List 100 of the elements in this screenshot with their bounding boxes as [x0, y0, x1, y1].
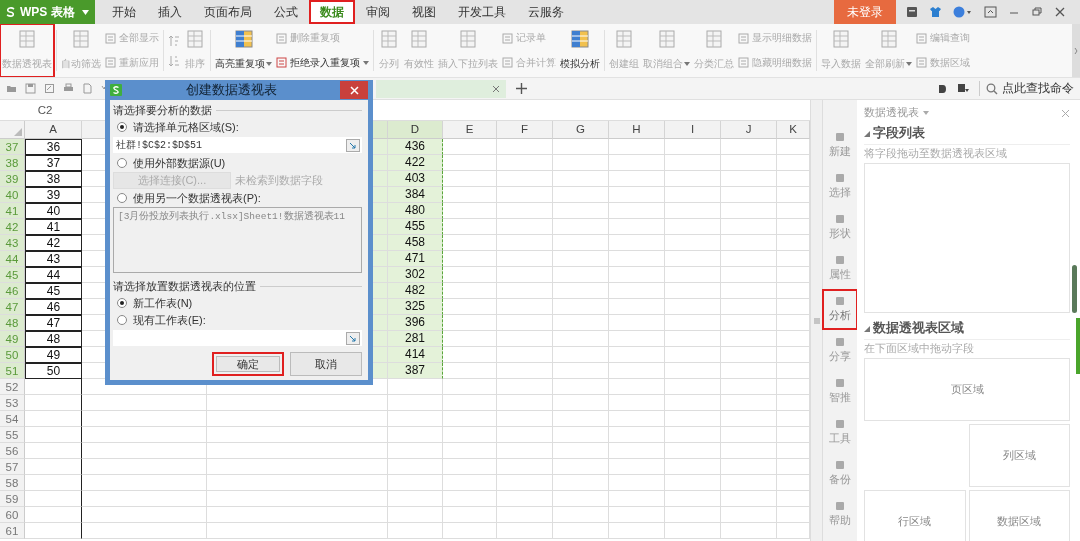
column-header[interactable]: E	[443, 121, 497, 139]
radio-option[interactable]: 使用另一个数据透视表(P):	[113, 190, 362, 206]
help-icon[interactable]	[953, 6, 973, 18]
column-header[interactable]: G	[553, 121, 609, 139]
download-icon[interactable]	[957, 83, 969, 94]
menu-tab[interactable]: 开始	[101, 0, 147, 24]
panel-scrollbar[interactable]	[1072, 265, 1077, 313]
row-header[interactable]: 43	[0, 235, 25, 251]
side-tool-button[interactable]: 帮助	[823, 495, 857, 534]
menu-tab[interactable]: 视图	[401, 0, 447, 24]
menu-tab[interactable]: 开发工具	[447, 0, 517, 24]
menu-tab[interactable]: 审阅	[355, 0, 401, 24]
document-icon[interactable]	[938, 83, 947, 94]
close-icon[interactable]	[492, 84, 500, 93]
side-tool-button[interactable]: 新建	[823, 126, 857, 165]
row-header[interactable]: 44	[0, 251, 25, 267]
column-header[interactable]: H	[609, 121, 665, 139]
range-picker-icon[interactable]	[346, 331, 360, 345]
row-header[interactable]: 60	[0, 507, 25, 523]
pivot-table-list[interactable]: [3月份投放列表执行.xlsx]Sheet1!数据透视表11	[113, 207, 362, 273]
export-icon[interactable]	[44, 83, 55, 94]
menu-tab[interactable]: 公式	[263, 0, 309, 24]
drop-area[interactable]: 页区域	[864, 358, 1070, 421]
ribbon-toggle-icon[interactable]	[984, 6, 997, 18]
save-icon[interactable]	[25, 83, 36, 94]
menu-tab[interactable]: 插入	[147, 0, 193, 24]
print-icon[interactable]	[63, 83, 74, 94]
drop-area[interactable]: 列区域	[968, 424, 1070, 487]
add-tab-icon[interactable]	[516, 83, 527, 94]
row-header[interactable]: 55	[0, 427, 25, 443]
row-header[interactable]: 42	[0, 219, 25, 235]
column-header[interactable]: A	[25, 121, 82, 139]
section-heading[interactable]: 字段列表	[864, 122, 1070, 145]
row-header[interactable]: 61	[0, 523, 25, 539]
side-tool-button[interactable]: 分享	[823, 331, 857, 370]
dialog-button[interactable]: 取消	[290, 352, 362, 376]
radio-option[interactable]: 新工作表(N)	[113, 295, 362, 311]
range-picker-icon[interactable]	[346, 138, 360, 152]
column-header[interactable]: K	[777, 121, 810, 139]
shirt-icon[interactable]	[929, 6, 942, 18]
name-box[interactable]: C2	[0, 104, 90, 116]
vertical-scrollbar[interactable]	[810, 100, 822, 541]
side-tool-button[interactable]: 选择	[823, 167, 857, 206]
drop-area[interactable]: 数据区域	[968, 490, 1070, 541]
sort-ascending-icon[interactable]	[168, 33, 180, 48]
panel-toggle[interactable]	[1076, 318, 1080, 374]
app-menu-button[interactable]: WPS 表格	[0, 0, 95, 24]
close-button[interactable]	[340, 81, 368, 99]
folder-icon[interactable]	[6, 83, 17, 94]
row-header[interactable]: 56	[0, 443, 25, 459]
radio-option[interactable]: 现有工作表(E):	[113, 312, 362, 328]
menu-tab[interactable]: 页面布局	[193, 0, 263, 24]
login-button[interactable]: 未登录	[834, 0, 896, 24]
row-header[interactable]: 38	[0, 155, 25, 171]
row-header[interactable]: 37	[0, 139, 25, 155]
list-item[interactable]: [3月份投放列表执行.xlsx]Sheet1!数据透视表11	[118, 211, 345, 222]
radio-option[interactable]: 使用外部数据源(U)	[113, 155, 362, 171]
ribbon-button[interactable]: 拒绝录入重复项	[276, 55, 369, 70]
drop-area[interactable]: 行区域	[864, 490, 966, 541]
column-header[interactable]: D	[388, 121, 443, 139]
command-search-field[interactable]: 点此查找命令	[979, 81, 1074, 96]
close-icon[interactable]	[1054, 6, 1066, 18]
row-header[interactable]: 57	[0, 459, 25, 475]
section-heading[interactable]: 数据透视表区域	[864, 317, 1070, 340]
column-header[interactable]: J	[721, 121, 777, 139]
row-header[interactable]: 47	[0, 299, 25, 315]
column-header[interactable]: F	[497, 121, 553, 139]
row-header[interactable]: 59	[0, 491, 25, 507]
row-header[interactable]: 58	[0, 475, 25, 491]
column-header[interactable]: I	[665, 121, 721, 139]
archive-icon[interactable]	[906, 6, 918, 18]
side-tool-button[interactable]: 形状	[823, 208, 857, 247]
row-header[interactable]: 48	[0, 315, 25, 331]
row-header[interactable]: 40	[0, 187, 25, 203]
radio-option[interactable]: 请选择单元格区域(S):	[113, 119, 362, 135]
row-header[interactable]: 41	[0, 203, 25, 219]
ribbon-button[interactable]: 高亮重复项	[213, 24, 274, 77]
side-tool-button[interactable]: 工具	[823, 413, 857, 452]
panel-title-dropdown[interactable]: 数据透视表	[864, 106, 929, 120]
row-header[interactable]: 39	[0, 171, 25, 187]
restore-icon[interactable]	[1031, 6, 1043, 18]
sort-descending-icon[interactable]	[168, 53, 180, 68]
side-tool-button[interactable]: 属性	[823, 249, 857, 288]
row-header[interactable]: 45	[0, 267, 25, 283]
ribbon-button[interactable]: 模拟分析	[558, 24, 602, 77]
row-header[interactable]: 46	[0, 283, 25, 299]
menu-tab[interactable]: 云服务	[517, 0, 575, 24]
menu-tab[interactable]: 数据	[309, 0, 355, 24]
side-tool-button[interactable]: 备份	[823, 454, 857, 493]
range-field[interactable]: 社群!$C$2:$D$51	[113, 137, 362, 153]
row-header[interactable]: 54	[0, 411, 25, 427]
row-header[interactable]: 49	[0, 331, 25, 347]
preview-icon[interactable]	[82, 83, 93, 94]
row-header[interactable]: 53	[0, 395, 25, 411]
select-all-corner[interactable]	[0, 121, 25, 139]
range-field[interactable]	[113, 330, 362, 346]
dialog-button[interactable]: 确定	[212, 352, 284, 376]
grip-icon[interactable]	[813, 317, 820, 324]
row-header[interactable]: 51	[0, 363, 25, 379]
select-all-icon[interactable]	[14, 128, 22, 136]
